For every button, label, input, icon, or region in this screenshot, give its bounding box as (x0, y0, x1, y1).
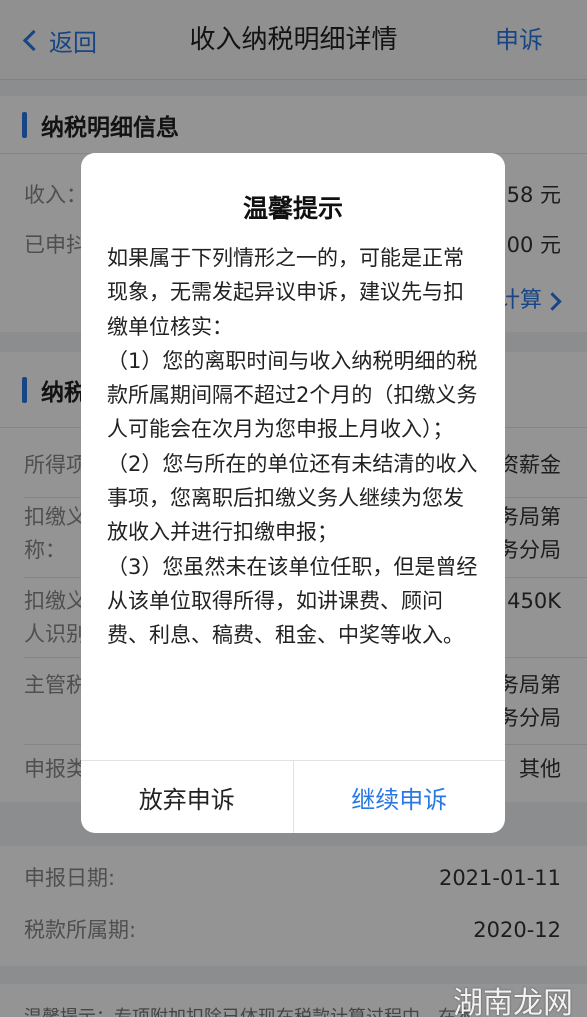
dialog-paragraph: （2）您与所在的单位还有未结清的收入事项，您离职后扣缴义务人继续为您发放收入并进… (107, 451, 478, 545)
site-watermark: 湖南龙网 (453, 986, 573, 1017)
dialog-body: 如果属于下列情形之一的，可能是正常现象，无需发起异议申诉，建议先与扣缴单位核实：… (107, 241, 479, 653)
abandon-appeal-button[interactable]: 放弃申诉 (81, 761, 294, 833)
dialog-paragraph: 如果属于下列情形之一的，可能是正常现象，无需发起异议申诉，建议先与扣缴单位核实： (107, 246, 464, 339)
dialog-paragraph: （3）您虽然未在该单位任职，但是曾经从该单位取得所得，如讲课费、顾问费、利息、稿… (107, 554, 478, 648)
dialog-actions: 放弃申诉 继续申诉 (81, 760, 505, 833)
continue-appeal-button[interactable]: 继续申诉 (294, 761, 506, 833)
reminder-dialog: 温馨提示 如果属于下列情形之一的，可能是正常现象，无需发起异议申诉，建议先与扣缴… (81, 153, 505, 833)
dialog-paragraph: （1）您的离职时间与收入纳税明细的税款所属期间隔不超过2个月的（扣缴义务人可能会… (107, 348, 478, 442)
dialog-title: 温馨提示 (242, 194, 343, 223)
